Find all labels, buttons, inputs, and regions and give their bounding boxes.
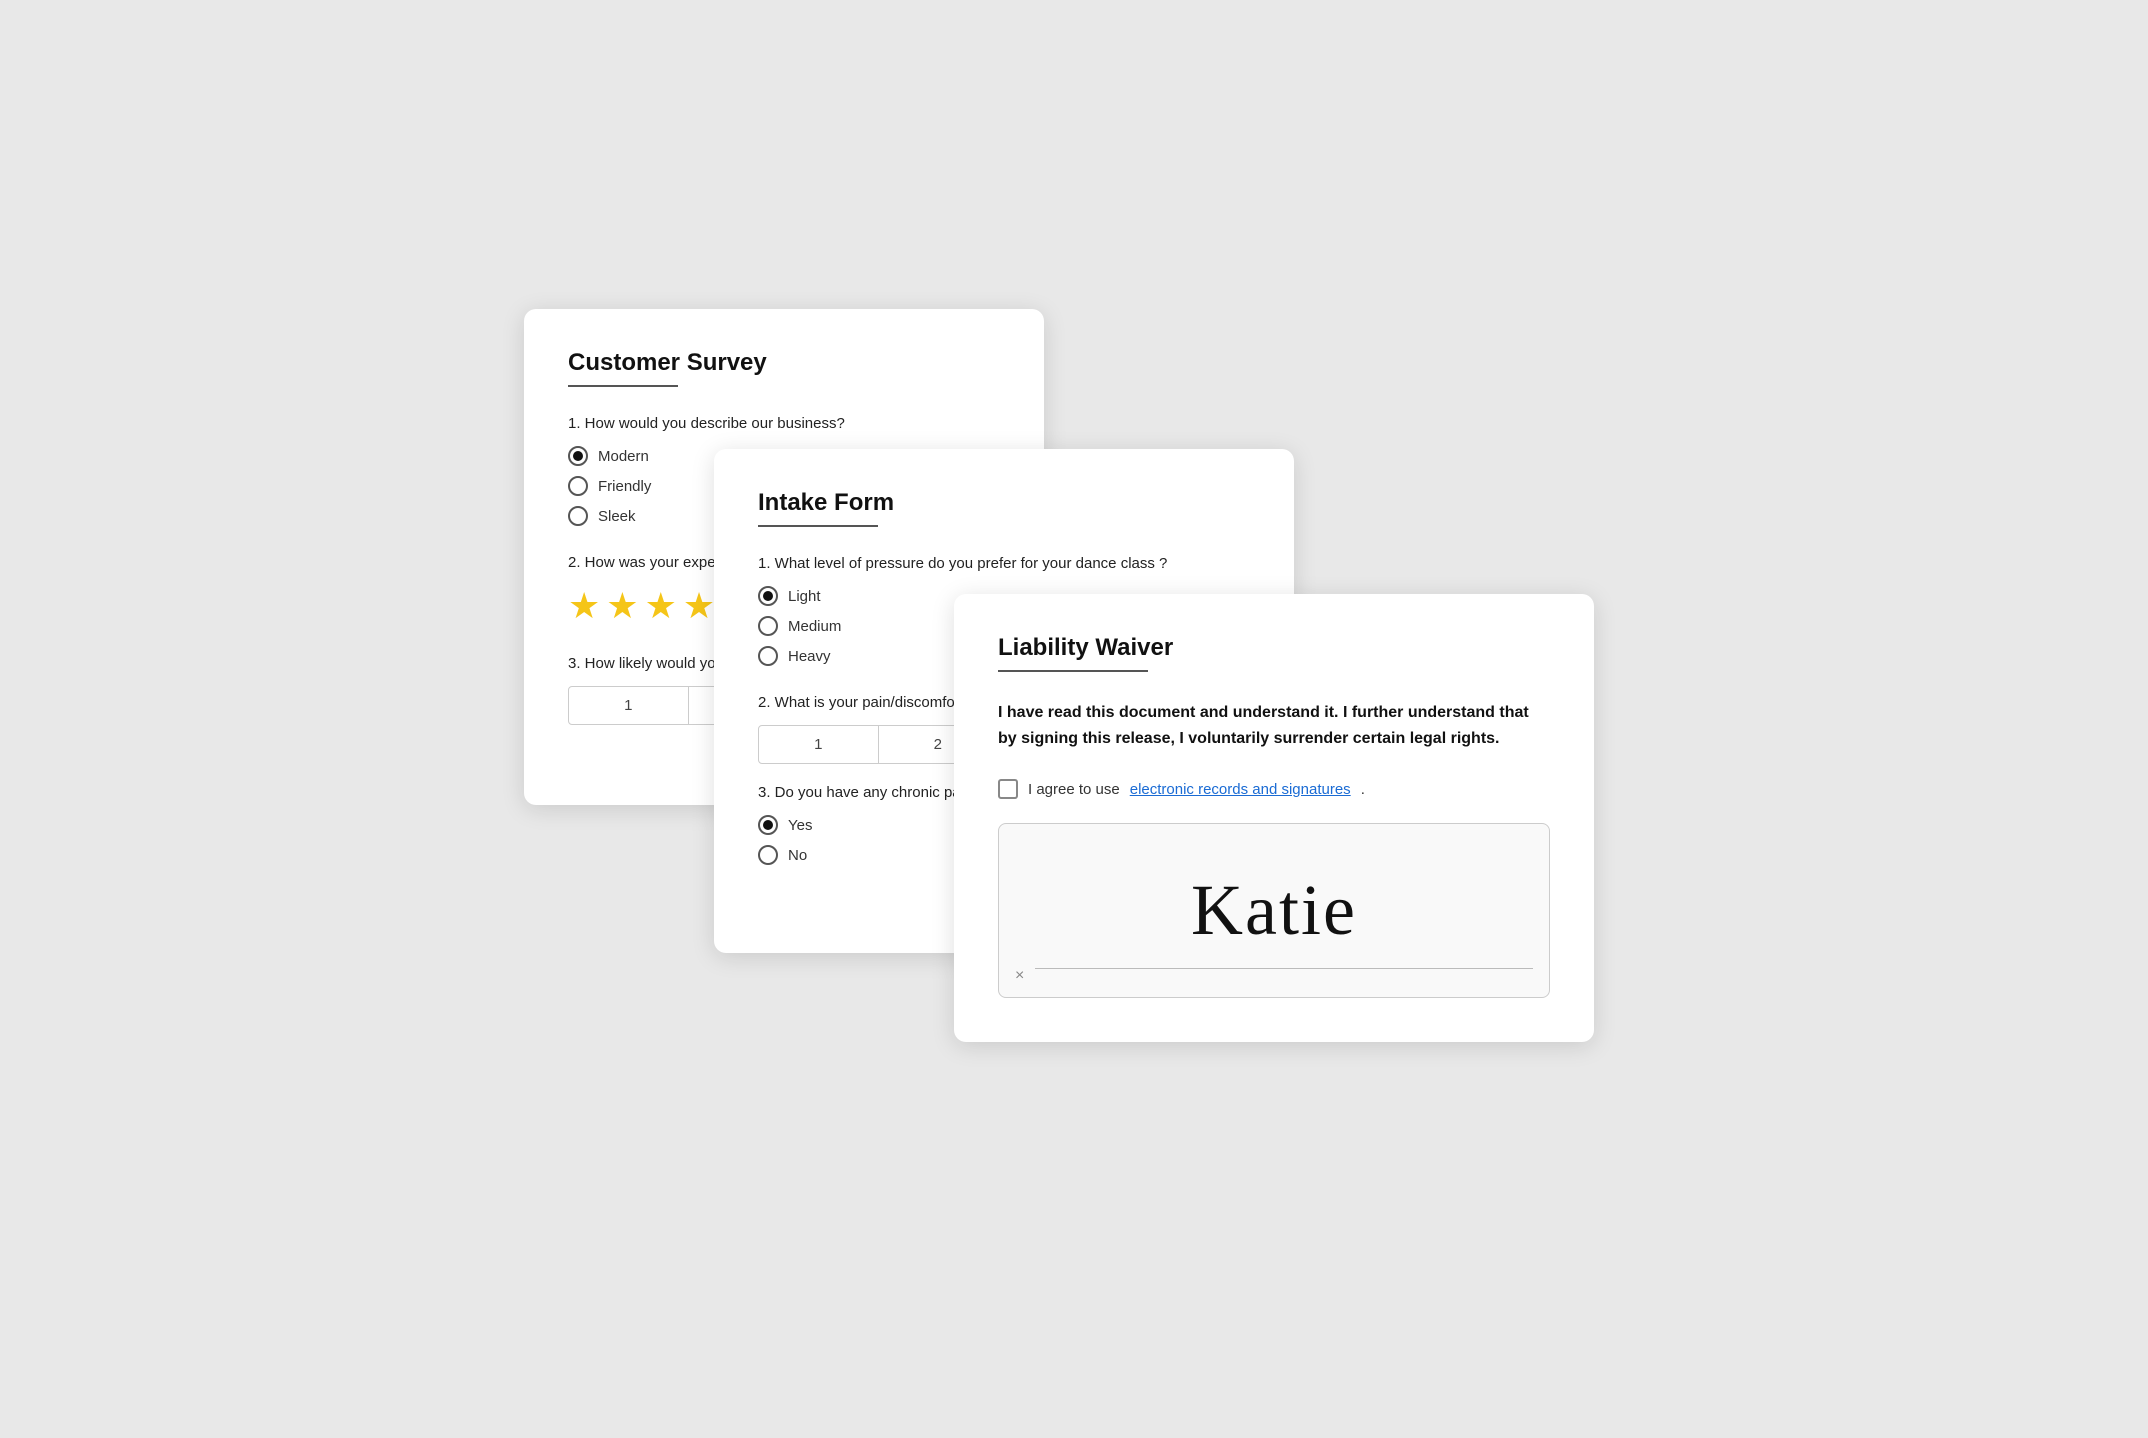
star-4[interactable]: ★ xyxy=(683,585,715,627)
intake-radio-medium[interactable] xyxy=(758,616,778,636)
liability-waiver-card: Liability Waiver I have read this docume… xyxy=(954,594,1594,1042)
survey-title-divider xyxy=(568,385,678,387)
waiver-title-divider xyxy=(998,670,1148,672)
waiver-title: Liability Waiver xyxy=(998,634,1550,662)
survey-option-sleek-label: Sleek xyxy=(598,508,636,525)
intake-q1-label: 1. What level of pressure do you prefer … xyxy=(758,555,1250,572)
signature-box[interactable]: Katie × xyxy=(998,823,1550,998)
intake-option-light-label: Light xyxy=(788,588,821,605)
agree-link[interactable]: electronic records and signatures xyxy=(1130,781,1351,798)
intake-title: Intake Form xyxy=(758,489,1250,517)
intake-option-medium-label: Medium xyxy=(788,618,841,635)
star-3[interactable]: ★ xyxy=(645,585,677,627)
star-2[interactable]: ★ xyxy=(606,585,638,627)
star-1[interactable]: ★ xyxy=(568,585,600,627)
agree-checkbox[interactable] xyxy=(998,779,1018,799)
signature-line xyxy=(1035,968,1533,969)
intake-radio-yes[interactable] xyxy=(758,815,778,835)
waiver-body-text: I have read this document and understand… xyxy=(998,700,1550,751)
intake-title-divider xyxy=(758,525,878,527)
survey-scale-1[interactable]: 1 xyxy=(569,687,689,724)
intake-option-heavy-label: Heavy xyxy=(788,648,831,665)
intake-radio-light[interactable] xyxy=(758,586,778,606)
intake-radio-no[interactable] xyxy=(758,845,778,865)
signature-text: Katie xyxy=(1191,869,1357,952)
survey-option-modern-label: Modern xyxy=(598,448,649,465)
survey-radio-friendly[interactable] xyxy=(568,476,588,496)
survey-q1-label: 1. How would you describe our business? xyxy=(568,415,1000,432)
agree-suffix: . xyxy=(1361,781,1365,798)
intake-option-yes-label: Yes xyxy=(788,817,812,834)
intake-option-no-label: No xyxy=(788,847,807,864)
survey-title: Customer Survey xyxy=(568,349,1000,377)
survey-option-friendly-label: Friendly xyxy=(598,478,651,495)
agree-prefix: I agree to use xyxy=(1028,781,1120,798)
agree-row[interactable]: I agree to use electronic records and si… xyxy=(998,779,1550,799)
signature-clear-icon[interactable]: × xyxy=(1015,967,1024,985)
intake-radio-heavy[interactable] xyxy=(758,646,778,666)
survey-radio-sleek[interactable] xyxy=(568,506,588,526)
survey-radio-modern[interactable] xyxy=(568,446,588,466)
intake-scale-1[interactable]: 1 xyxy=(759,726,879,763)
